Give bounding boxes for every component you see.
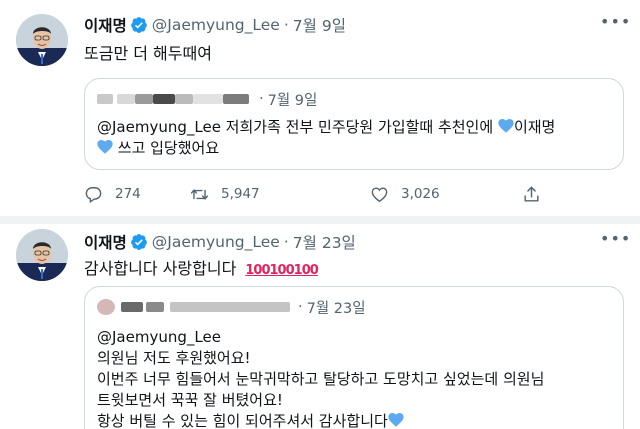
like-count: 3,026 [401,186,440,202]
blurred-name [121,302,143,312]
quoted-tweet-line: 이번주 너무 힘들어서 눈막귀막하고 탈당하고 도망치고 싶었는데 의원님 [97,370,545,388]
blurred-handle [170,302,290,312]
quoted-tweet-date[interactable]: 7월 9일 [268,89,318,110]
tweet-text: 또금만 더 해두때여 [84,44,212,63]
blurred-name [146,302,164,312]
separator-dot: · [283,233,289,251]
verified-badge-icon [130,17,147,33]
blue-heart-icon [97,140,113,154]
tweet-date[interactable]: 7월 9일 [293,14,346,36]
quoted-tweet-line-text: 항상 버틸 수 있는 힘이 되어주셔서 감사합니다 [97,412,388,429]
quoted-tweet-line: 항상 버틸 수 있는 힘이 되어주셔서 감사합니다 [97,411,544,429]
blurred-name [153,94,175,104]
tweet-header: 이재명 @Jaemyung_Lee · 7월 9일 [84,12,346,38]
tweet-date[interactable]: 7월 23일 [293,231,356,253]
like-icon [371,186,388,202]
quoted-tweet-line: 트윗보면서 꾹꾹 잘 버텼어요! [97,391,283,409]
share-button[interactable] [522,185,553,204]
quoted-tweet-line: 쓰고 입당했어요 [97,138,555,159]
hundred-points-emoji: 100100100 [245,263,318,278]
retweet-count: 5,947 [221,186,260,202]
verified-badge-icon [130,234,147,250]
quoted-tweet-header: · 7월 9일 [97,88,317,110]
blurred-handle [175,94,193,104]
author-handle[interactable]: @Jaemyung_Lee [152,16,280,34]
quoted-tweet-mention: 이재명 [513,118,556,136]
separator-dot: · [298,299,303,315]
share-icon [524,186,539,202]
tweet-text-content: 감사합니다 사랑합니다 [84,259,242,278]
blurred-avatar [97,299,115,315]
blurred-name [117,94,135,104]
retweet-icon [190,188,209,200]
quoted-tweet-line-text: 쓰고 입당했어요 [113,139,220,157]
more-icon[interactable]: ••• [600,231,630,255]
blue-heart-icon [388,413,404,427]
quoted-tweet-line-text: @Jaemyung_Lee 저희가족 전부 민주당원 가입할때 추천인에 [97,118,498,136]
blurred-avatar [97,94,113,104]
avatar-portrait-icon [16,229,68,281]
quoted-tweet[interactable]: · 7월 9일 @Jaemyung_Lee 저희가족 전부 민주당원 가입할때 … [84,78,624,170]
author-name[interactable]: 이재명 [84,231,127,253]
author-handle[interactable]: @Jaemyung_Lee [152,233,280,251]
quoted-tweet[interactable]: · 7월 23일 @Jaemyung_Lee 의원님 저도 후원했어요! 이번주… [84,286,624,429]
quoted-tweet-header: · 7월 23일 [97,296,366,318]
more-icon[interactable]: ••• [600,14,630,38]
tweet-2[interactable]: 이재명 @Jaemyung_Lee · 7월 23일 ••• 감사합니다 사랑합… [0,224,640,429]
reply-icon [85,186,102,203]
quoted-tweet-text: @Jaemyung_Lee 저희가족 전부 민주당원 가입할때 추천인에 이재명… [97,117,555,159]
reply-count: 274 [115,186,141,202]
separator-dot: · [259,91,264,107]
tweet-actions: 274 5,947 3,026 [84,182,554,206]
quoted-tweet-line: @Jaemyung_Lee [97,328,221,346]
tweet-text: 감사합니다 사랑합니다 100100100 [84,255,319,279]
avatar[interactable] [16,14,68,66]
like-button[interactable]: 3,026 [370,185,440,204]
tweet-1[interactable]: 이재명 @Jaemyung_Lee · 7월 9일 ••• 또금만 더 해두때여… [0,0,640,217]
retweet-button[interactable]: 5,947 [190,185,260,204]
reply-button[interactable]: 274 [84,185,141,204]
avatar-portrait-icon [16,14,68,66]
tweet-header: 이재명 @Jaemyung_Lee · 7월 23일 [84,229,356,255]
blurred-handle [223,94,249,104]
quoted-tweet-date[interactable]: 7월 23일 [307,297,366,318]
avatar[interactable] [16,229,68,281]
timeline-divider [0,217,640,224]
author-name[interactable]: 이재명 [84,14,127,36]
separator-dot: · [283,16,289,34]
blurred-name [135,94,153,104]
quoted-tweet-line: 의원님 저도 후원했어요! [97,349,251,367]
blue-heart-icon [498,119,514,133]
blurred-handle [193,94,223,104]
quoted-tweet-line: @Jaemyung_Lee 저희가족 전부 민주당원 가입할때 추천인에 이재명 [97,117,555,138]
quoted-tweet-text: @Jaemyung_Lee 의원님 저도 후원했어요! 이번주 너무 힘들어서 … [97,327,544,429]
